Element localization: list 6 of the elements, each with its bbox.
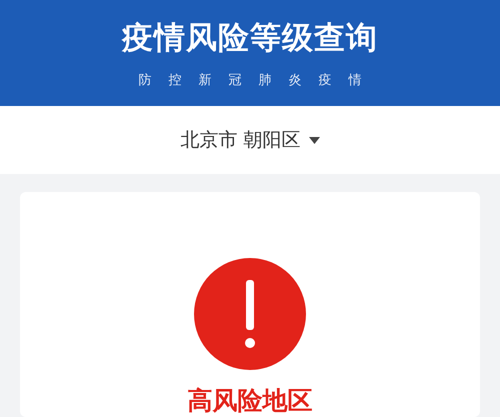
alert-icon — [194, 258, 306, 370]
page-title: 疫情风险等级查询 — [122, 19, 378, 58]
page-subtitle: 防控新冠肺炎疫情 — [138, 72, 378, 90]
risk-level-label: 高风险地区 — [188, 385, 312, 417]
location-dropdown[interactable]: 北京市 朝阳区 — [176, 123, 324, 158]
caret-icon — [308, 136, 320, 144]
